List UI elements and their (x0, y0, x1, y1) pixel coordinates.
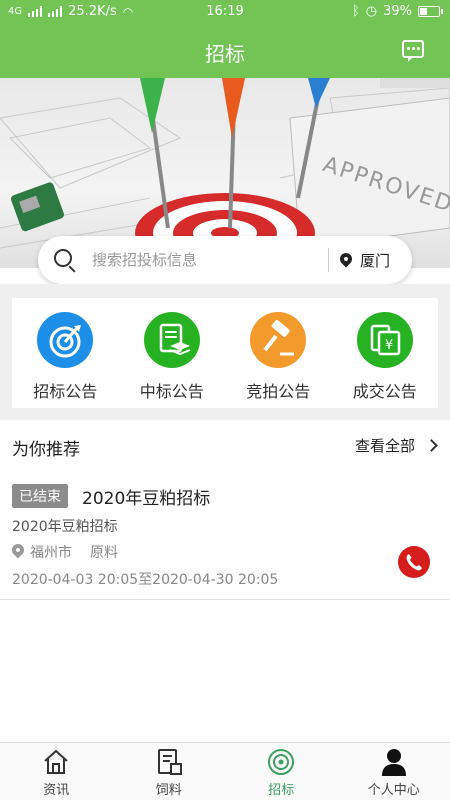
location-pin-icon (12, 544, 24, 560)
tender-title: 2020年豆粕招标 (82, 489, 211, 509)
bottom-navigation: 资讯 饲料 招标 个人中心 (0, 742, 450, 800)
category-deal-notice[interactable]: ¥ 成交公告 (332, 298, 439, 408)
tab-label: 饲料 (155, 783, 182, 798)
tab-label: 招标 (268, 783, 295, 798)
category-label: 竞拍公告 (246, 382, 311, 401)
chat-bubble-icon[interactable] (402, 40, 424, 62)
city-selector[interactable]: 厦门 (340, 250, 390, 271)
city-label: 厦门 (360, 252, 391, 270)
category-label: 招标公告 (33, 382, 98, 401)
search-divider (328, 248, 329, 272)
category-auction-notice[interactable]: 竞拍公告 (225, 298, 332, 408)
yuan-document-icon: ¥ (356, 312, 413, 368)
document-stack-icon (143, 312, 200, 368)
chevron-right-icon (425, 439, 438, 452)
search-icon[interactable] (54, 249, 72, 267)
phone-icon[interactable] (398, 546, 430, 578)
tender-city: 福州市 (30, 545, 72, 561)
person-icon (379, 747, 409, 777)
location-pin-icon (340, 253, 352, 269)
target-icon (37, 312, 94, 368)
tab-news[interactable]: 资讯 (0, 743, 113, 800)
tender-subtitle: 2020年豆粕招标 (12, 519, 118, 535)
gavel-icon (250, 312, 307, 368)
target-icon (266, 747, 296, 777)
tender-meta: 福州市 原料 (12, 542, 118, 562)
tender-category: 原料 (90, 545, 118, 561)
category-label: 中标公告 (139, 382, 204, 401)
app-header: 招标 (0, 24, 450, 78)
search-bar: 厦门 (38, 236, 412, 284)
svg-text:¥: ¥ (385, 338, 393, 353)
home-icon (41, 747, 71, 777)
alarm-icon: ◷ (365, 4, 378, 19)
view-all-label: 查看全部 (354, 437, 415, 455)
battery-icon (418, 6, 443, 17)
tender-card[interactable]: 已结束 2020年豆粕招标 2020年豆粕招标 福州市 原料 2020-04-0… (0, 470, 450, 600)
tab-label: 个人中心 (367, 783, 420, 798)
category-award-notice[interactable]: 中标公告 (119, 298, 226, 408)
feed-doc-icon (154, 747, 184, 777)
category-label: 成交公告 (352, 382, 417, 401)
battery-percent: 39% (383, 4, 412, 19)
category-panel: 招标公告 中标公告 竞拍公告 ¥ 成交公告 (12, 298, 438, 408)
section-title: 为你推荐 (12, 440, 80, 460)
tender-date-range: 2020-04-03 20:05至2020-04-30 20:05 (12, 572, 279, 588)
view-all-link[interactable]: 查看全部 (354, 435, 438, 456)
tab-feed[interactable]: 饲料 (113, 743, 226, 800)
category-tender-notice[interactable]: 招标公告 (12, 298, 119, 408)
tab-tender[interactable]: 招标 (225, 743, 338, 800)
status-bar: 4G 25.2K/s ◠ 16:19 ᛒ ◷ 39% (0, 0, 450, 24)
tab-profile[interactable]: 个人中心 (338, 743, 450, 800)
tab-label: 资讯 (43, 783, 70, 798)
recommend-header: 为你推荐 查看全部 (0, 420, 450, 470)
page-title: 招标 (205, 42, 245, 66)
search-input[interactable] (92, 248, 322, 272)
status-badge: 已结束 (12, 484, 68, 508)
bluetooth-icon: ᛒ (351, 4, 360, 19)
